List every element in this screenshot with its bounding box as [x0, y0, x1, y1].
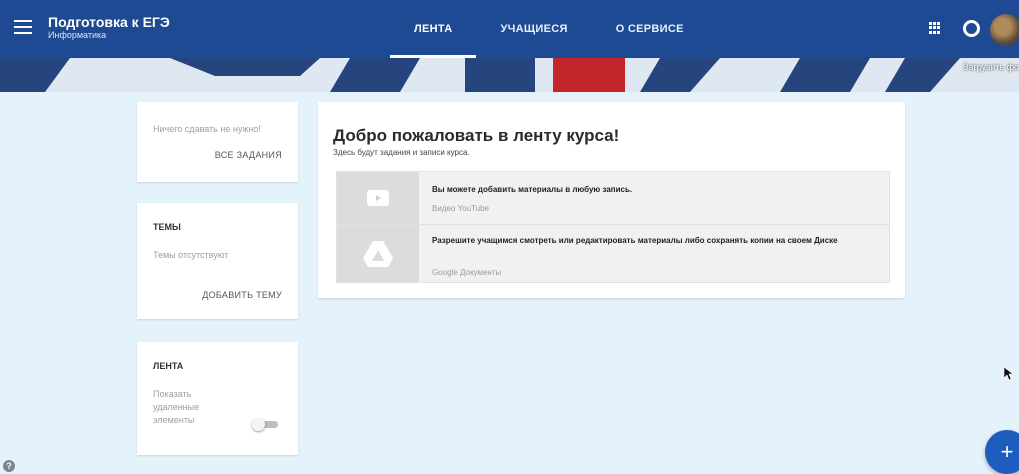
tab-about[interactable]: О СЕРВИСЕ: [592, 0, 708, 58]
upcoming-card: Ничего сдавать не нужно! ВСЕ ЗАДАНИЯ: [137, 102, 298, 182]
welcome-title: Добро пожаловать в ленту курса!: [333, 126, 620, 145]
mouse-cursor-icon: [1004, 367, 1014, 381]
material-thumb: [337, 172, 419, 224]
banner-artwork: [0, 58, 960, 92]
course-banner: [0, 58, 1019, 92]
show-deleted-label: Показать удаленные элементы: [153, 389, 200, 425]
welcome-subtitle: Здесь будут задания и записи курса.: [333, 148, 470, 157]
course-title[interactable]: Подготовка к ЕГЭ: [48, 14, 170, 30]
app-bar: Подготовка к ЕГЭ Информатика ЛЕНТА УЧАЩИ…: [0, 0, 1019, 58]
all-assignments-link[interactable]: ВСЕ ЗАДАНИЯ: [215, 150, 282, 160]
account-circle-icon[interactable]: [963, 20, 980, 37]
menu-icon[interactable]: [14, 20, 32, 34]
upload-photo-link[interactable]: Загрузить фо: [963, 62, 1019, 72]
tab-students[interactable]: УЧАЩИЕСЯ: [476, 0, 591, 58]
feed-settings-card: ЛЕНТА Показать удаленные элементы: [137, 342, 298, 455]
material-source: Google Документы: [432, 268, 502, 277]
show-deleted-toggle[interactable]: [252, 418, 278, 431]
material-thumb: [337, 225, 419, 282]
avatar[interactable]: [990, 14, 1019, 46]
material-text: Вы можете добавить материалы в любую зап…: [432, 185, 633, 194]
material-youtube[interactable]: Вы можете добавить материалы в любую зап…: [336, 171, 890, 225]
material-drive[interactable]: Разрешите учащимся смотреть или редактир…: [336, 224, 890, 283]
add-topic-button[interactable]: ДОБАВИТЬ ТЕМУ: [202, 290, 282, 300]
feed-title: ЛЕНТА: [153, 361, 184, 371]
help-icon[interactable]: ?: [3, 460, 15, 472]
material-source: Видео YouTube: [432, 204, 490, 213]
upcoming-status: Ничего сдавать не нужно!: [153, 124, 261, 134]
add-fab-button[interactable]: +: [985, 430, 1019, 474]
material-text: Разрешите учащимся смотреть или редактир…: [432, 236, 838, 245]
topics-card: ТЕМЫ Темы отсутствуют ДОБАВИТЬ ТЕМУ: [137, 203, 298, 319]
topics-title: ТЕМЫ: [153, 222, 181, 232]
youtube-icon: [367, 190, 389, 206]
course-subtitle: Информатика: [48, 30, 107, 40]
tab-feed[interactable]: ЛЕНТА: [390, 0, 477, 58]
drive-icon: [363, 240, 393, 267]
tab-bar: ЛЕНТА УЧАЩИЕСЯ О СЕРВИСЕ: [390, 0, 708, 58]
topics-empty: Темы отсутствуют: [153, 250, 229, 260]
apps-grid-icon[interactable]: [929, 22, 941, 34]
